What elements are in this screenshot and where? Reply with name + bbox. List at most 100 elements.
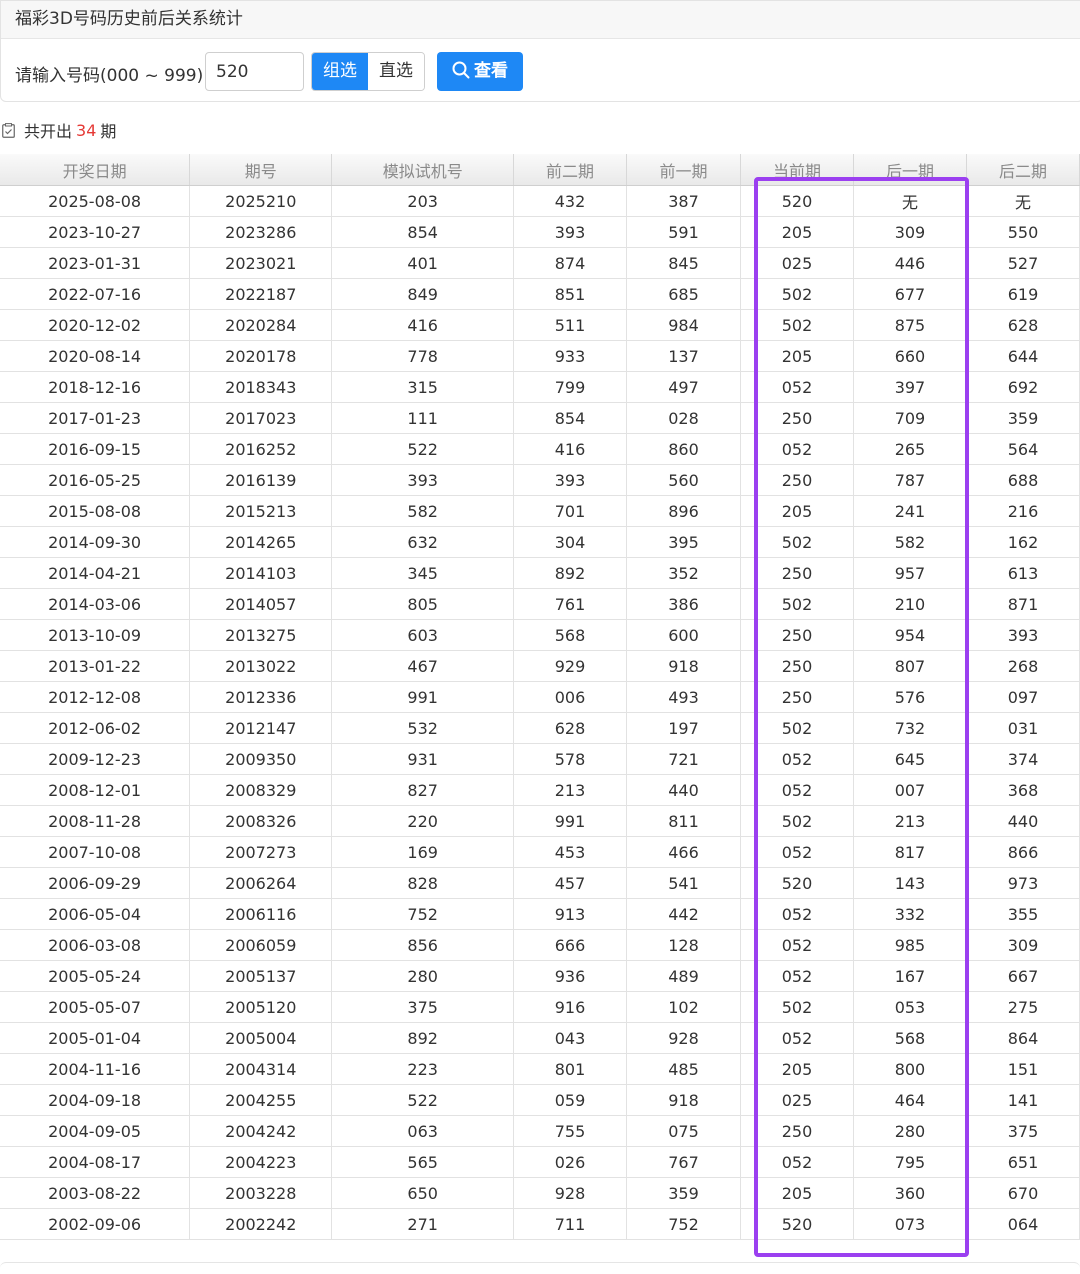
cell-prev-two: 393 [513,216,627,248]
cell-draw-date: 2007-10-08 [0,836,191,868]
cell-issue-number: 2002242 [189,1208,333,1240]
cell-current: 052 [740,1146,854,1178]
cell-test-number: 401 [331,247,514,279]
cell-next-two: 527 [966,247,1080,279]
cell-current: 052 [740,371,854,403]
col-issue-number[interactable]: 期号 [189,154,333,186]
cell-test-number: 828 [331,867,514,899]
cell-next-one: 787 [853,464,967,496]
cell-draw-date: 2006-03-08 [0,929,191,961]
cell-draw-date: 2016-09-15 [0,433,191,465]
cell-next-two: 619 [966,278,1080,310]
cell-test-number: 169 [331,836,514,868]
cell-prev-one: 485 [626,1053,741,1085]
cell-current: 250 [740,619,854,651]
cell-test-number: 063 [331,1115,514,1147]
col-test-number[interactable]: 模拟试机号 [331,154,514,186]
cell-next-one: 582 [853,526,967,558]
table-row: 2007-10-08 2007273 169 453 466 052 817 866 [0,836,1080,868]
cell-draw-date: 2014-04-21 [0,557,191,589]
cell-prev-one: 493 [626,681,741,713]
cell-draw-date: 2025-08-08 [0,185,191,217]
table-row: 2014-03-06 2014057 805 761 386 502 210 871 [0,588,1080,620]
cell-current: 205 [740,1053,854,1085]
cell-issue-number: 2016252 [189,433,333,465]
table-row: 2023-01-31 2023021 401 874 845 025 446 527 [0,247,1080,279]
cell-draw-date: 2005-05-24 [0,960,191,992]
cell-test-number: 805 [331,588,514,620]
cell-current: 502 [740,309,854,341]
cell-prev-one: 845 [626,247,741,279]
col-prev-one[interactable]: 前一期 [626,154,741,186]
cell-prev-two: 929 [513,650,627,682]
cell-prev-one: 811 [626,805,741,837]
cell-prev-two: 304 [513,526,627,558]
cell-issue-number: 2020284 [189,309,333,341]
cell-next-two: 613 [966,557,1080,589]
cell-prev-two: 928 [513,1177,627,1209]
cell-next-two: 564 [966,433,1080,465]
col-prev-two[interactable]: 前二期 [513,154,627,186]
col-draw-date[interactable]: 开奖日期 [0,154,191,186]
cell-next-two: 692 [966,371,1080,403]
cell-prev-two: 916 [513,991,627,1023]
cell-issue-number: 2013022 [189,650,333,682]
cell-current: 502 [740,526,854,558]
table-row: 2005-01-04 2005004 892 043 928 052 568 864 [0,1022,1080,1054]
number-input[interactable] [205,52,304,91]
cell-issue-number: 2004242 [189,1115,333,1147]
table-row: 2006-05-04 2006116 752 913 442 052 332 355 [0,898,1080,930]
cell-test-number: 315 [331,371,514,403]
view-button-label: 查看 [474,61,508,81]
cell-prev-two: 933 [513,340,627,372]
cell-current: 205 [740,495,854,527]
cell-test-number: 522 [331,1084,514,1116]
cell-prev-two: 026 [513,1146,627,1178]
cell-issue-number: 2006116 [189,898,333,930]
cell-issue-number: 2004255 [189,1084,333,1116]
cell-issue-number: 2020178 [189,340,333,372]
cell-next-two: 275 [966,991,1080,1023]
cell-current: 205 [740,340,854,372]
cell-next-two: 440 [966,805,1080,837]
direct-select-button[interactable]: 直选 [368,53,424,90]
cell-draw-date: 2020-08-14 [0,340,191,372]
col-current[interactable]: 当前期 [740,154,854,186]
cell-next-two: 268 [966,650,1080,682]
cell-issue-number: 2003228 [189,1177,333,1209]
group-select-button[interactable]: 组选 [312,53,368,90]
cell-issue-number: 2018343 [189,371,333,403]
view-button[interactable]: 查看 [437,52,523,91]
cell-prev-two: 511 [513,309,627,341]
cell-issue-number: 2006059 [189,929,333,961]
col-next-two[interactable]: 后二期 [966,154,1080,186]
search-panel: 福彩3D号码历史前后关系统计 请输入号码(000 ~ 999)： 组选 直选 查… [0,0,1080,102]
cell-prev-two: 755 [513,1115,627,1147]
cell-prev-one: 440 [626,774,741,806]
clipboard-icon [2,122,15,138]
cell-prev-two: 568 [513,619,627,651]
cell-next-one: 954 [853,619,967,651]
table-row: 2006-03-08 2006059 856 666 128 052 985 309 [0,929,1080,961]
cell-draw-date: 2005-05-07 [0,991,191,1023]
cell-test-number: 467 [331,650,514,682]
cell-current: 250 [740,1115,854,1147]
col-next-one[interactable]: 后一期 [853,154,967,186]
cell-test-number: 752 [331,898,514,930]
cell-prev-two: 416 [513,433,627,465]
cell-test-number: 532 [331,712,514,744]
result-summary: 共开出 34 期 [2,118,116,142]
cell-current: 052 [740,743,854,775]
cell-prev-two: 874 [513,247,627,279]
cell-current: 502 [740,991,854,1023]
cell-prev-one: 075 [626,1115,741,1147]
cell-prev-one: 137 [626,340,741,372]
table-row: 2020-08-14 2020178 778 933 137 205 660 644 [0,340,1080,372]
cell-issue-number: 2015213 [189,495,333,527]
cell-prev-one: 386 [626,588,741,620]
cell-next-one: 660 [853,340,967,372]
cell-issue-number: 2014057 [189,588,333,620]
cell-prev-one: 102 [626,991,741,1023]
mode-toggle: 组选 直选 [311,52,425,91]
summary-count: 34 [76,120,97,140]
